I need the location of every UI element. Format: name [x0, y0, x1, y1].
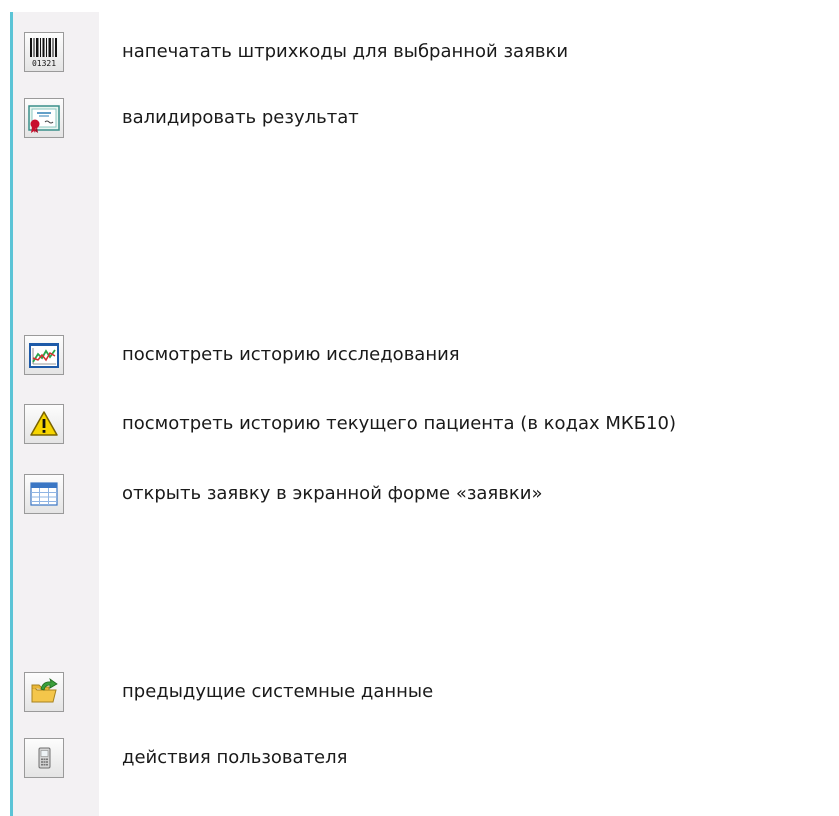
table-form-icon: [29, 479, 59, 509]
previous-system-data-button[interactable]: [24, 672, 64, 712]
open-request-form-label: открыть заявку в экранной форме «заявки»: [122, 483, 543, 504]
barcode-digits: 01321: [32, 59, 56, 68]
action-row-study-history: посмотреть историю исследования: [0, 335, 839, 381]
patient-history-button[interactable]: [24, 404, 64, 444]
mobile-phone-icon: [29, 743, 59, 773]
print-barcodes-label: напечатать штрихкоды для выбранной заявк…: [122, 41, 569, 62]
validate-result-button[interactable]: [24, 98, 64, 138]
validate-result-label: валидировать результат: [122, 107, 359, 128]
print-barcodes-button[interactable]: 01321: [24, 32, 64, 72]
action-row-print-barcodes: 01321 напечатать штрихкоды для выбранной…: [0, 32, 839, 78]
chart-history-icon: [27, 338, 61, 372]
action-row-patient-history: посмотреть историю текущего пациента (в …: [0, 404, 839, 450]
action-row-open-request-form: открыть заявку в экранной форме «заявки»: [0, 474, 839, 520]
open-request-form-button[interactable]: [24, 474, 64, 514]
action-row-previous-system-data: предыдущие системные данные: [0, 672, 839, 718]
patient-history-label: посмотреть историю текущего пациента (в …: [122, 413, 676, 434]
study-history-button[interactable]: [24, 335, 64, 375]
barcode-icon: 01321: [27, 35, 61, 69]
study-history-label: посмотреть историю исследования: [122, 344, 460, 365]
action-row-user-actions: действия пользователя: [0, 738, 839, 784]
warning-icon: [29, 409, 59, 439]
previous-system-data-label: предыдущие системные данные: [122, 681, 434, 702]
user-actions-label: действия пользователя: [122, 747, 348, 768]
action-row-validate: валидировать результат: [0, 98, 839, 144]
certificate-icon: [27, 101, 61, 135]
folder-arrow-icon: [29, 677, 59, 707]
user-actions-button[interactable]: [24, 738, 64, 778]
